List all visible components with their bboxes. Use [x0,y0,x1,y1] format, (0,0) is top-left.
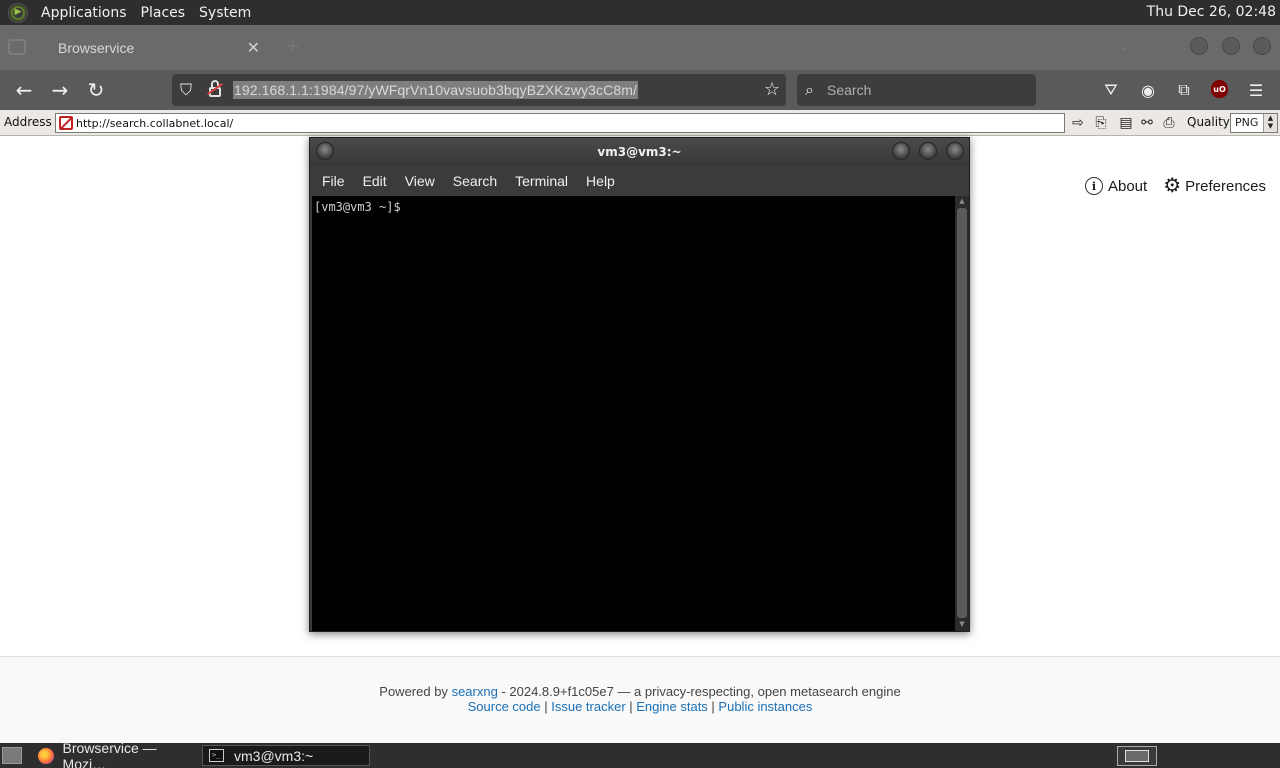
insecure-lock-icon[interactable] [207,80,223,98]
firefox-icon [38,747,54,764]
address-field[interactable] [55,113,1065,133]
forward-icon[interactable]: → [48,78,72,102]
workspace-switcher[interactable] [1117,746,1157,766]
extensions-icon[interactable]: ⧉ [1174,80,1194,100]
shell-prompt: [vm3@vm3 ~]$ [314,200,401,214]
quality-spinner-icon[interactable]: ▲ ▼ [1263,114,1277,132]
applications-menu[interactable]: Applications [34,5,134,21]
window-menu-button[interactable] [316,142,334,160]
scrollbar-thumb[interactable] [957,208,967,618]
close-tab-icon[interactable]: ✕ [247,38,260,58]
terminal-window[interactable]: vm3@vm3:~ File Edit View Search Terminal… [309,137,970,632]
page-nav: i About ⚙ Preferences [1069,176,1266,196]
minimize-window-button[interactable] [1190,37,1208,55]
taskbar-item-browser[interactable]: Browservice — Mozi… [32,740,200,768]
show-desktop-icon[interactable] [2,747,22,764]
account-icon[interactable]: ◉ [1138,80,1158,100]
places-menu[interactable]: Places [134,5,193,21]
menu-search[interactable]: Search [446,173,504,189]
menu-file[interactable]: File [315,173,352,189]
workspace-1[interactable] [1125,750,1149,762]
version-text: - 2024.8.9+f1c05e7 — a privacy-respectin… [501,684,901,699]
about-label: About [1107,177,1148,195]
close-window-button[interactable] [1253,37,1271,55]
terminal-minimize-button[interactable] [892,142,910,160]
menu-hamburger-icon[interactable]: ☰ [1246,80,1266,100]
terminal-screen[interactable]: [vm3@vm3 ~]$ [312,196,955,631]
navigation-toolbar: ← → ↻ ⛉ 192.168.1.1:1984/97/yWFqrVn10vav… [0,70,1280,110]
url-text[interactable]: 192.168.1.1:1984/97/yWFqrVn10vavsuob3bqy… [233,81,638,99]
quality-selector[interactable]: PNG ▲ ▼ [1230,113,1278,133]
bottom-panel: Browservice — Mozi… >_ vm3@vm3:~ [0,740,1280,768]
browservice-toolbar: Address ⇨ ⎘ ▤ ⚯ ⎙ Quality PNG ▲▼ [0,110,1280,136]
menu-edit[interactable]: Edit [356,173,394,189]
footer-links: Source code | Issue tracker | Engine sta… [0,699,1280,714]
go-arrow-icon[interactable]: ⇨ [1069,114,1087,132]
bookmarks-list-icon[interactable]: ▤ [1117,114,1135,132]
quality-value: PNG [1235,116,1259,129]
firefox-view-icon[interactable] [8,39,26,55]
terminal-close-button[interactable] [946,142,964,160]
searxng-link[interactable]: searxng [452,684,498,699]
pocket-icon[interactable]: ⛛ [1101,80,1121,100]
issue-tracker-link[interactable]: Issue tracker [551,699,625,714]
source-code-link[interactable]: Source code [468,699,541,714]
footer-separator: | [540,699,552,714]
clipboard-icon[interactable]: ⎙ [1160,114,1178,132]
scroll-down-icon[interactable]: ▼ [955,620,969,630]
about-link[interactable]: i About [1084,177,1148,195]
back-icon[interactable]: ← [12,78,36,102]
address-input[interactable] [76,115,1056,131]
ublock-origin-icon[interactable]: uO [1211,80,1228,98]
bookmark-star-icon[interactable]: ☆ [764,79,780,100]
terminal-maximize-button[interactable] [919,142,937,160]
maximize-window-button[interactable] [1222,37,1240,55]
bookmark-icon[interactable]: ⎘ [1092,114,1110,132]
preferences-link[interactable]: ⚙ Preferences [1163,176,1266,196]
reload-icon[interactable]: ↻ [84,78,108,102]
address-label: Address [4,115,52,129]
footer-separator: | [625,699,637,714]
taskbar-item-label: Browservice — Mozi… [62,739,157,768]
search-bar[interactable]: ⌕ [797,74,1036,106]
menu-view[interactable]: View [398,173,442,189]
powered-by-text: Powered by [379,684,448,699]
footer-separator: | [707,699,719,714]
list-tabs-icon[interactable]: ⌄ [1120,39,1130,53]
search-input[interactable] [827,81,1027,99]
menu-terminal[interactable]: Terminal [508,173,575,189]
engine-stats-link[interactable]: Engine stats [636,699,708,714]
public-instances-link[interactable]: Public instances [718,699,812,714]
footer-powered-by: Powered by searxng - 2024.8.9+f1c05e7 — … [0,684,1280,699]
tab-browservice[interactable]: Browservice ✕ [38,33,268,63]
find-binoculars-icon[interactable]: ⚯ [1138,114,1156,132]
terminal-title: vm3@vm3:~ [597,145,682,159]
terminal-menubar: File Edit View Search Terminal Help [310,166,969,196]
tab-strip: Browservice ✕ + ⌄ [0,25,1280,70]
clock[interactable]: Thu Dec 26, 02:48 [1147,4,1276,20]
terminal-scrollbar[interactable]: ▲ ▼ [955,196,969,631]
top-panel: ▶ Applications Places System Thu Dec 26,… [0,0,1280,25]
page-footer: Powered by searxng - 2024.8.9+f1c05e7 — … [0,656,1280,743]
terminal-icon: >_ [209,749,224,762]
gear-icon: ⚙ [1163,175,1182,197]
info-icon: i [1084,177,1103,195]
scroll-up-icon[interactable]: ▲ [955,197,969,207]
taskbar-item-terminal[interactable]: >_ vm3@vm3:~ [202,745,370,766]
quality-label: Quality [1187,115,1230,129]
tab-title: Browservice [58,40,135,56]
menu-help[interactable]: Help [579,173,622,189]
new-tab-icon[interactable]: + [285,36,300,57]
preferences-label: Preferences [1185,177,1266,195]
taskbar-item-label: vm3@vm3:~ [234,747,314,764]
no-favicon-icon [59,116,73,130]
search-icon: ⌕ [805,80,814,99]
url-bar[interactable]: ⛉ 192.168.1.1:1984/97/yWFqrVn10vavsuob3b… [172,74,786,106]
distro-logo-icon[interactable]: ▶ [8,2,28,23]
tracking-protection-icon[interactable]: ⛉ [180,80,192,100]
system-menu[interactable]: System [192,5,258,21]
terminal-titlebar[interactable]: vm3@vm3:~ [310,138,969,166]
